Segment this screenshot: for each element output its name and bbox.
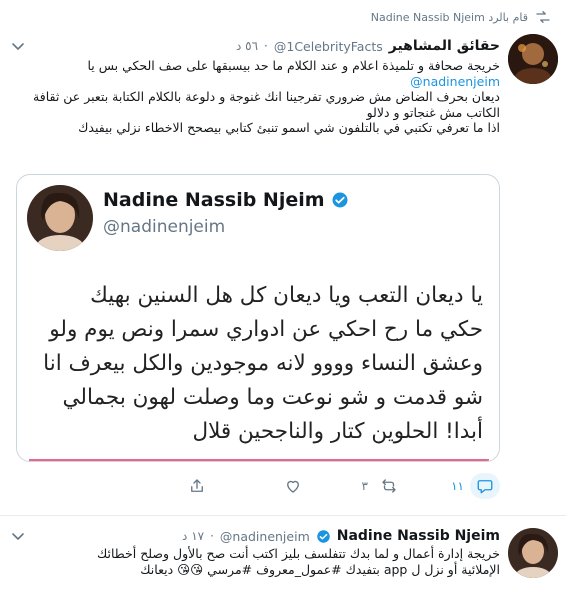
tweet-text-line: اذا ما تعرفي تكتبي في بالتلفون شي اسمو ت… (78, 120, 500, 135)
media-text-line: وعشق النساء وووو لانه موجودين والكل بيعر… (43, 351, 483, 376)
author-handle[interactable]: @1CelebrityFacts (274, 39, 383, 54)
tweet-actions: ١١ ٣ (16, 470, 500, 502)
separator-dot: · (210, 529, 214, 543)
media-author-name-text: Nadine Nassib Njeim (103, 189, 325, 211)
tweet-text: خريجة صحافة و تلميذة اعلام و عند الكلام … (22, 58, 500, 136)
retweet-count: ٣ (361, 479, 368, 493)
media-text-line: شو قدمت و شو نوعت وما وصلت لهون بجمالي (62, 385, 483, 410)
tweet-text-line: خريجة إدارة أعمال و لما بدك تتفلسف بليز … (96, 546, 500, 561)
tweet-header: Nadine Nassib Njeim @nadinenjeim · ١٧ د (40, 526, 500, 546)
tweet-text-line: الإملائية أو نزل ل app بتفيدك #عمول_معرو… (140, 562, 500, 577)
chevron-down-icon[interactable] (10, 38, 26, 54)
media-text-line: يا ديعان التعب ويا ديعان كل هل السنين به… (90, 283, 483, 308)
like-icon (278, 473, 308, 499)
verified-badge-icon (317, 529, 330, 543)
timestamp[interactable]: ٥٦ د (236, 39, 258, 53)
media-underline (29, 459, 489, 461)
timestamp[interactable]: ١٧ د (182, 529, 204, 543)
chevron-down-icon[interactable] (10, 528, 26, 544)
attached-image[interactable]: Nadine Nassib Njeim @nadinenjeim يا ديعا… (16, 174, 500, 462)
like-button[interactable] (212, 473, 308, 499)
media-text: يا ديعان التعب ويا ديعان كل هل السنين به… (33, 279, 483, 449)
avatar[interactable] (508, 528, 558, 578)
author-name[interactable]: Nadine Nassib Njeim (337, 528, 500, 544)
media-text-line: حكي ما رح احكي عن ادواري سمرا ونص يوم ول… (49, 317, 483, 342)
tweet-text: خريجة إدارة أعمال و لما بدك تتفلسف بليز … (22, 546, 500, 578)
avatar[interactable] (508, 34, 558, 84)
retweet-button[interactable]: ٣ (308, 473, 404, 499)
retweet-icon (374, 473, 404, 499)
tweet-card[interactable]: حقائق المشاهير @1CelebrityFacts · ٥٦ د خ… (0, 24, 566, 516)
reply-icon (470, 473, 500, 499)
media-avatar (27, 185, 93, 251)
media-author-handle: @nadinenjeim (103, 217, 226, 237)
author-handle[interactable]: @nadinenjeim (220, 529, 310, 544)
verified-badge-icon (332, 192, 348, 208)
reply-count: ١١ (451, 479, 464, 493)
media-text-line: أبدا! الحلوين كتار والناجحين قلال (192, 419, 483, 444)
share-button[interactable] (116, 473, 212, 499)
separator-dot: · (264, 39, 268, 53)
reply-button[interactable]: ١١ (404, 473, 500, 499)
author-name[interactable]: حقائق المشاهير (389, 38, 500, 54)
media-author-name: Nadine Nassib Njeim (103, 189, 349, 211)
tweet-card[interactable]: Nadine Nassib Njeim @nadinenjeim · ١٧ د … (0, 516, 566, 600)
tweet-text-line: خريجة صحافة و تلميذة اعلام و عند الكلام … (87, 58, 500, 73)
tweet-text-line: ديعان بحرف الضاض مش ضروري تفرجينا انك غن… (33, 89, 500, 120)
reply-context-label: قام بالرد Nadine Nassib Njeim (370, 10, 528, 24)
tweet-header: حقائق المشاهير @1CelebrityFacts · ٥٦ د (40, 36, 500, 56)
mention-link[interactable]: @nadinenjeim (410, 74, 500, 90)
share-icon (182, 473, 212, 499)
